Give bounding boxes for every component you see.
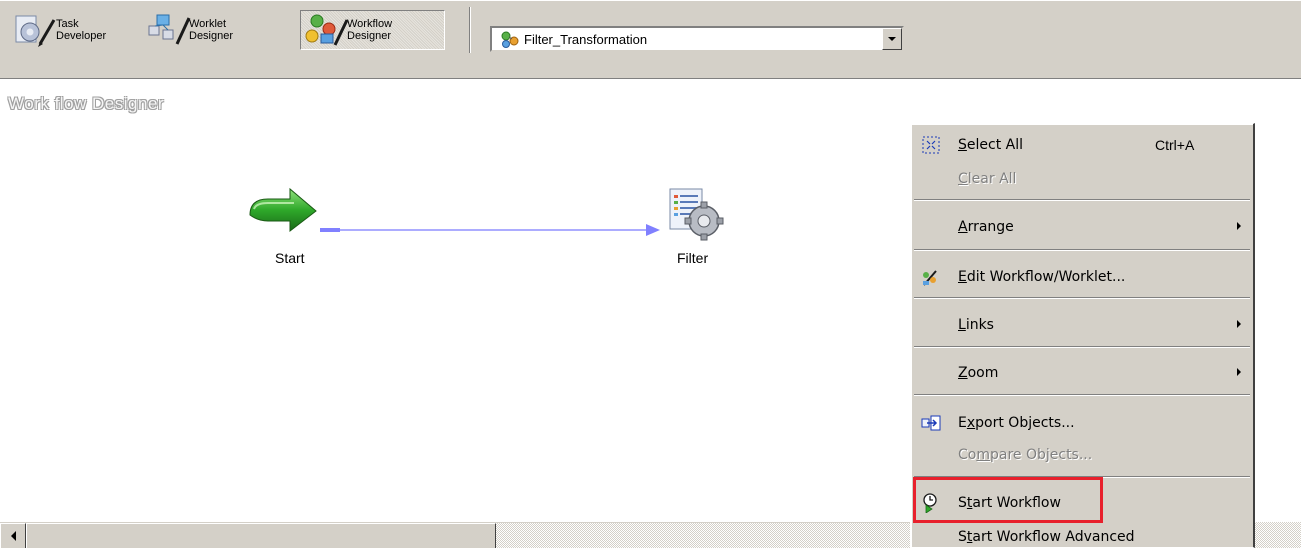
menu-item-label: Start Workflow Advanced xyxy=(958,528,1135,545)
menu-separator xyxy=(914,249,1250,251)
menu-separator xyxy=(914,199,1250,201)
designer-toolbar: Task Developer Worklet Designer Workflow… xyxy=(0,0,1301,79)
workflow-selector[interactable]: Filter_Transformation xyxy=(490,26,904,52)
menu-item-arrange[interactable]: Arrange xyxy=(913,210,1253,243)
menu-item-links[interactable]: Links xyxy=(913,308,1253,341)
menu-item-label: Links xyxy=(958,316,994,333)
menu-separator xyxy=(914,346,1250,348)
start-arrow-icon xyxy=(249,187,317,233)
menu-item-label: Zoom xyxy=(958,364,999,381)
menu-item-shortcut: Ctrl+A xyxy=(1155,136,1195,153)
select-all-icon xyxy=(921,135,941,155)
start-task-label: Start xyxy=(275,250,305,266)
scrollbar-thumb[interactable] xyxy=(26,523,496,548)
worklet-designer-label: Worklet Designer xyxy=(189,18,234,42)
page-title: Work flow Designer xyxy=(8,94,165,113)
menu-item-edit-workflow[interactable]: Edit Workflow/Worklet... xyxy=(913,260,1253,293)
workflow-designer-icon xyxy=(301,12,351,48)
task-developer-label: Task Developer xyxy=(56,18,107,42)
menu-item-label: Arrange xyxy=(958,218,1014,235)
scrollbar-track-right xyxy=(1255,522,1301,548)
submenu-arrow-icon xyxy=(1237,368,1241,376)
menu-item-label: Clear All xyxy=(958,170,1017,187)
menu-item-clear-all[interactable]: Clear All xyxy=(913,162,1253,195)
filter-task[interactable] xyxy=(662,183,732,247)
chevron-down-icon[interactable] xyxy=(882,28,902,50)
menu-separator xyxy=(914,297,1250,299)
scroll-left-button[interactable] xyxy=(0,523,26,548)
toolbar-separator xyxy=(469,7,471,53)
menu-item-zoom[interactable]: Zoom xyxy=(913,356,1253,389)
worklet-designer-icon xyxy=(143,12,193,48)
start-task[interactable] xyxy=(246,185,322,237)
export-objects-icon xyxy=(921,413,941,433)
submenu-arrow-icon xyxy=(1237,320,1241,328)
menu-item-label: Export Objects... xyxy=(958,414,1075,431)
submenu-arrow-icon xyxy=(1237,222,1241,230)
highlight-box xyxy=(913,477,1103,523)
filter-task-label: Filter xyxy=(677,250,709,266)
menu-separator xyxy=(914,394,1250,396)
menu-item-select-all[interactable]: Select All Ctrl+A xyxy=(913,128,1253,161)
menu-item-compare-objects[interactable]: Compare Objects... xyxy=(913,438,1253,471)
workflow-designer-button[interactable]: Workflow Designer xyxy=(300,10,445,50)
menu-item-label: Select All xyxy=(958,136,1023,153)
menu-item-label: Compare Objects... xyxy=(958,446,1093,463)
task-developer-button[interactable]: Task Developer xyxy=(10,10,142,50)
horizontal-scrollbar[interactable] xyxy=(0,522,910,548)
menu-item-export-objects[interactable]: Export Objects... xyxy=(913,406,1253,439)
edit-workflow-icon xyxy=(921,267,941,287)
worklet-designer-button[interactable]: Worklet Designer xyxy=(143,10,293,50)
menu-item-label: Edit Workflow/Worklet... xyxy=(958,268,1126,285)
workflow-selector-value: Filter_Transformation xyxy=(524,31,648,47)
task-developer-icon xyxy=(10,12,60,48)
workflow-designer-label: Workflow Designer xyxy=(347,18,393,42)
session-task-icon xyxy=(669,188,724,241)
menu-item-start-workflow-advanced[interactable]: Start Workflow Advanced xyxy=(913,520,1253,548)
workflow-icon xyxy=(498,29,524,49)
